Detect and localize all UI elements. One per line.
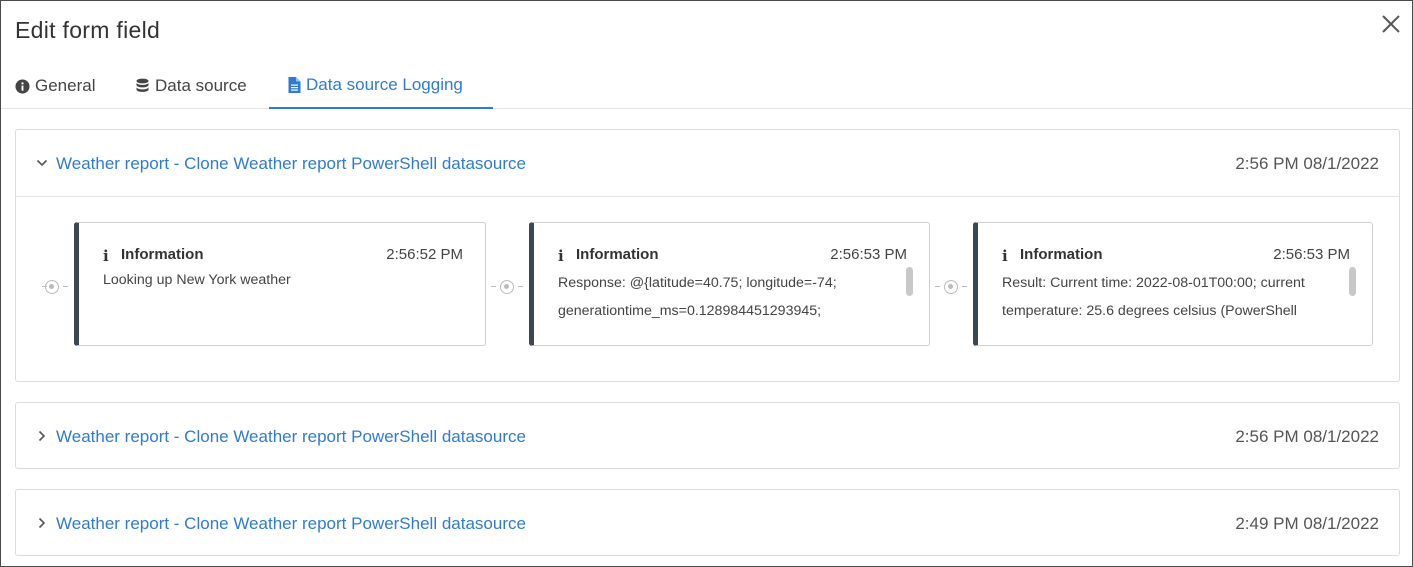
- log-time: 2:56:52 PM: [386, 246, 463, 263]
- log-level: Information: [576, 246, 659, 263]
- tab-data-source-label: Data source: [155, 76, 247, 95]
- log-panel-title: Weather report - Clone Weather report Po…: [56, 427, 526, 446]
- close-icon[interactable]: [1379, 12, 1403, 36]
- timeline-node: [500, 280, 514, 294]
- tab-bar: General Data source Data source Logging: [1, 63, 1412, 109]
- log-time: 2:56:53 PM: [830, 246, 907, 263]
- edit-form-field-dialog: Edit form field General Data source Data…: [0, 0, 1413, 567]
- tab-data-source-logging[interactable]: Data source Logging: [269, 63, 493, 109]
- timeline-node: [45, 280, 59, 294]
- log-panel-time: 2:49 PM 08/1/2022: [1235, 514, 1379, 533]
- scrollbar-thumb[interactable]: [1349, 267, 1356, 296]
- tab-data-source-logging-label: Data source Logging: [306, 75, 463, 94]
- scrollbar-thumb[interactable]: [906, 267, 913, 296]
- tab-data-source[interactable]: Data source: [135, 63, 247, 109]
- info-circle-icon: [15, 78, 30, 94]
- log-message: Looking up New York weather: [103, 269, 445, 325]
- timeline-node: [944, 280, 958, 294]
- info-icon: i: [558, 247, 564, 265]
- info-icon: i: [103, 247, 109, 265]
- log-entry-card: i Information 2:56:53 PM Result: Current…: [973, 222, 1373, 346]
- log-panel-time: 2:56 PM 08/1/2022: [1235, 427, 1379, 446]
- timeline-connector: [491, 286, 496, 287]
- timeline-connector: [962, 286, 967, 287]
- log-panel-1: Weather report - Clone Weather report Po…: [15, 129, 1400, 382]
- log-panel-title: Weather report - Clone Weather report Po…: [56, 514, 526, 533]
- log-entry-header: i Information 2:56:52 PM: [103, 246, 463, 266]
- chevron-right-icon: [38, 430, 46, 442]
- chevron-right-icon: [38, 517, 46, 529]
- log-message-line: temperature: 25.6 degrees celsius (Power…: [1002, 303, 1297, 319]
- chevron-down-icon: [36, 159, 48, 167]
- tab-general-label: General: [35, 76, 96, 95]
- file-text-icon: [288, 77, 301, 93]
- timeline-connector: [63, 286, 68, 287]
- log-panel-3: Weather report - Clone Weather report Po…: [15, 489, 1400, 556]
- log-level: Information: [1020, 246, 1103, 263]
- info-icon: i: [1002, 247, 1008, 265]
- log-panel-header[interactable]: Weather report - Clone Weather report Po…: [16, 403, 1399, 469]
- log-message-line: Result: Current time: 2022-08-01T00:00; …: [1002, 275, 1305, 291]
- log-panel-2: Weather report - Clone Weather report Po…: [15, 402, 1400, 469]
- tab-general[interactable]: General: [15, 63, 95, 109]
- database-icon: [136, 78, 149, 92]
- timeline-connector: [518, 286, 523, 287]
- log-message-line: Response: @{latitude=40.75; longitude=-7…: [558, 275, 837, 291]
- log-timeline: i Information 2:56:52 PM Looking up New …: [16, 196, 1399, 381]
- log-time: 2:56:53 PM: [1273, 246, 1350, 263]
- log-panel-header[interactable]: Weather report - Clone Weather report Po…: [16, 490, 1399, 556]
- log-entry-card: i Information 2:56:52 PM Looking up New …: [74, 222, 486, 346]
- log-message[interactable]: Result: Current time: 2022-08-01T00:00; …: [1002, 269, 1332, 325]
- log-panel-time: 2:56 PM 08/1/2022: [1235, 154, 1379, 173]
- timeline-connector: [935, 286, 940, 287]
- log-entry-header: i Information 2:56:53 PM: [558, 246, 907, 266]
- log-message-line: generationtime_ms=0.128984451293945;: [558, 303, 822, 319]
- log-message-line: Looking up New York weather: [103, 272, 291, 288]
- log-level: Information: [121, 246, 204, 263]
- log-entry-header: i Information 2:56:53 PM: [1002, 246, 1350, 266]
- log-panel-header[interactable]: Weather report - Clone Weather report Po…: [16, 130, 1399, 196]
- dialog-title: Edit form field: [15, 17, 161, 43]
- log-panel-title: Weather report - Clone Weather report Po…: [56, 154, 526, 173]
- log-message[interactable]: Response: @{latitude=40.75; longitude=-7…: [558, 269, 889, 325]
- log-entry-card: i Information 2:56:53 PM Response: @{lat…: [529, 222, 930, 346]
